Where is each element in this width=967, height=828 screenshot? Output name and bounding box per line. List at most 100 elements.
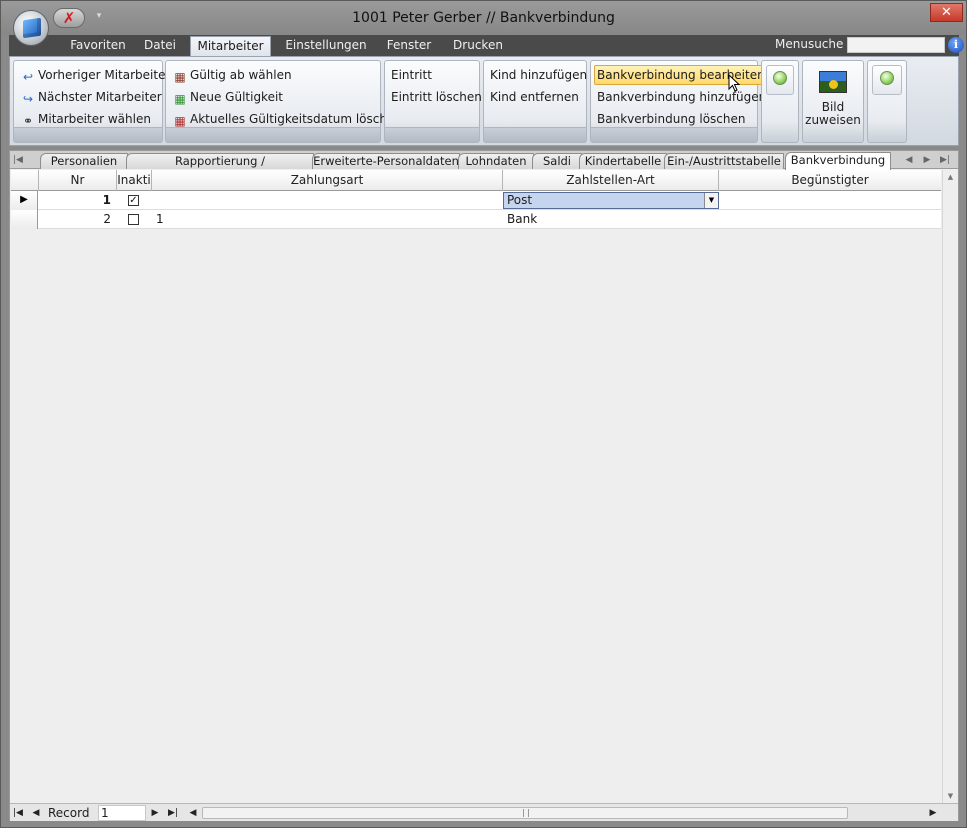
group-footer bbox=[14, 127, 162, 142]
group-footer bbox=[166, 127, 380, 142]
info-icon[interactable]: i bbox=[948, 37, 964, 53]
green-status-icon bbox=[773, 71, 787, 85]
menusuche-input[interactable] bbox=[847, 37, 945, 53]
tab-einstellungen[interactable]: Einstellungen bbox=[281, 35, 371, 56]
assign-picture-button[interactable]: Bild zuweisen bbox=[802, 60, 864, 143]
app-window: ✗ ▾ 1001 Peter Gerber // Bankverbindung … bbox=[0, 0, 967, 828]
arrow-forward-icon: ↪ bbox=[22, 92, 34, 106]
cell-beguenstigter[interactable] bbox=[723, 191, 937, 210]
tab-next-icon[interactable]: ▶ bbox=[921, 153, 933, 167]
close-icon: ✕ bbox=[941, 5, 952, 20]
application-menu-button[interactable] bbox=[13, 10, 49, 46]
doctab-ein-austrittstabelle[interactable]: Ein-/Austrittstabelle bbox=[664, 153, 784, 169]
close-button[interactable]: ✕ bbox=[930, 3, 963, 22]
status-button-frame bbox=[872, 65, 902, 95]
header-nr[interactable]: Nr bbox=[39, 170, 117, 191]
status-button-frame bbox=[766, 65, 794, 95]
scroll-down-icon[interactable]: ▼ bbox=[943, 789, 958, 803]
document-area: |◀ Personalien Rapportierung / Kostenrec… bbox=[9, 150, 959, 821]
previous-record-icon[interactable]: ◀ bbox=[30, 806, 42, 820]
bank-connection-grid: Nr Inakti Zahlungsart Zahlstellen-Art Be… bbox=[11, 170, 941, 790]
mouse-cursor-icon bbox=[728, 74, 740, 92]
current-row-icon[interactable]: ▶ bbox=[11, 191, 38, 210]
doctab-kindertabelle[interactable]: Kindertabelle bbox=[579, 153, 667, 169]
record-number-input[interactable]: 1 bbox=[98, 805, 146, 821]
edit-bank-connection-button[interactable]: Bankverbindung bearbeiten bbox=[594, 65, 770, 85]
last-record-icon[interactable]: ▶| bbox=[167, 806, 179, 820]
inaktiv-checkbox[interactable]: ✓ bbox=[128, 195, 139, 206]
record-label: Record bbox=[48, 806, 90, 820]
entry-button[interactable]: Eintritt bbox=[389, 65, 436, 85]
cell-nr[interactable]: 2 bbox=[39, 210, 111, 229]
scroll-left-icon[interactable]: ◀ bbox=[188, 806, 198, 820]
next-employee-button[interactable]: ↪ Nächster Mitarbeiter bbox=[18, 87, 166, 107]
picture-icon bbox=[819, 71, 847, 93]
remove-child-button[interactable]: Kind entfernen bbox=[488, 87, 583, 107]
add-child-button[interactable]: Kind hinzufügen bbox=[488, 65, 591, 85]
app-cube-icon bbox=[23, 17, 41, 39]
scroll-thumb-grip[interactable] bbox=[523, 809, 529, 817]
inaktiv-checkbox[interactable] bbox=[128, 214, 139, 225]
group-footer bbox=[385, 127, 479, 142]
horizontal-scrollbar[interactable] bbox=[202, 807, 848, 819]
add-bank-connection-button[interactable]: Bankverbindung hinzufügen bbox=[595, 87, 770, 107]
doctab-lohndaten[interactable]: Lohndaten bbox=[458, 153, 534, 169]
group-child: Kind hinzufügen Kind entfernen bbox=[483, 60, 587, 143]
row-selector[interactable] bbox=[11, 210, 38, 229]
tab-prev-icon[interactable]: ◀ bbox=[903, 153, 915, 167]
group-entry: Eintritt Eintritt löschen bbox=[384, 60, 482, 143]
new-validity-button[interactable]: ▦ Neue Gültigkeit bbox=[170, 87, 287, 107]
delete-bank-connection-button[interactable]: Bankverbindung löschen bbox=[595, 109, 750, 129]
doctab-personalien[interactable]: Personalien bbox=[40, 153, 128, 169]
ribbon-tab-strip: Favoriten Datei Mitarbeiter Einstellunge… bbox=[9, 35, 964, 57]
assign-picture-label: Bild zuweisen bbox=[805, 100, 861, 127]
chevron-down-icon[interactable]: ▼ bbox=[704, 193, 718, 208]
scroll-up-icon[interactable]: ▲ bbox=[943, 170, 958, 184]
status-button-left[interactable] bbox=[761, 60, 799, 143]
table-row[interactable]: 2 1 Bank bbox=[11, 210, 941, 229]
delete-entry-button[interactable]: Eintritt löschen bbox=[389, 87, 486, 107]
vertical-scrollbar[interactable]: ▲ ▼ bbox=[942, 170, 958, 803]
tab-datei[interactable]: Datei bbox=[139, 35, 181, 56]
cell-zahlungsart[interactable]: 1 bbox=[156, 210, 496, 229]
header-zahlungsart[interactable]: Zahlungsart bbox=[152, 170, 503, 191]
record-navigator: |◀ ◀ Record 1 ▶ ▶| ◀ ▶ bbox=[10, 803, 958, 821]
zahlstellen-art-combo[interactable]: Post ▼ bbox=[503, 192, 719, 209]
calendar-icon: ▦ bbox=[174, 70, 186, 84]
doctab-erweiterte-personaldaten[interactable]: Erweiterte-Personaldaten bbox=[312, 153, 460, 169]
scroll-right-icon[interactable]: ▶ bbox=[928, 806, 938, 820]
tab-drucken[interactable]: Drucken bbox=[449, 35, 507, 56]
doctab-saldi[interactable]: Saldi bbox=[532, 153, 582, 169]
choose-employee-button[interactable]: ⚭ Mitarbeiter wählen bbox=[18, 109, 155, 129]
first-record-icon[interactable]: |◀ bbox=[12, 806, 24, 820]
calendar-add-icon: ▦ bbox=[174, 92, 186, 106]
group-bank: Bankverbindung bearbeiten Bankverbindung… bbox=[590, 60, 770, 143]
previous-employee-button[interactable]: ↩ Vorheriger Mitarbeiter bbox=[18, 65, 174, 85]
window-title: 1001 Peter Gerber // Bankverbindung bbox=[352, 10, 615, 26]
choose-valid-from-button[interactable]: ▦ Gültig ab wählen bbox=[170, 65, 296, 85]
cell-zahlungsart[interactable] bbox=[156, 191, 496, 210]
tab-favoriten[interactable]: Favoriten bbox=[61, 35, 135, 56]
document-tab-strip: |◀ Personalien Rapportierung / Kostenrec… bbox=[10, 151, 958, 183]
title-bar: ✗ ▾ 1001 Peter Gerber // Bankverbindung … bbox=[1, 1, 966, 35]
tab-mitarbeiter[interactable]: Mitarbeiter bbox=[190, 36, 271, 57]
tab-last-icon[interactable]: ▶| bbox=[939, 153, 951, 167]
combo-value: Post bbox=[507, 193, 533, 207]
doctab-bankverbindung[interactable]: Bankverbindung bbox=[785, 152, 891, 170]
cell-beguenstigter[interactable] bbox=[723, 210, 937, 229]
header-inaktiv[interactable]: Inakti bbox=[117, 170, 152, 191]
group-validity: ▦ Gültig ab wählen ▦ Neue Gültigkeit ▦ Aktu… bbox=[165, 60, 402, 143]
cell-nr[interactable]: 1 bbox=[39, 191, 111, 210]
header-beguenstigter[interactable]: Begünstigter bbox=[719, 170, 941, 191]
delete-validity-date-button[interactable]: ▦ Aktuelles Gültigkeitsdatum löschen bbox=[170, 109, 406, 129]
grid-header: Nr Inakti Zahlungsart Zahlstellen-Art Be… bbox=[11, 170, 941, 191]
cell-zahlstellen-art[interactable]: Bank bbox=[507, 210, 715, 229]
tab-first-icon[interactable]: |◀ bbox=[12, 153, 24, 167]
tab-fenster[interactable]: Fenster bbox=[381, 35, 437, 56]
header-zahlstellen-art[interactable]: Zahlstellen-Art bbox=[503, 170, 719, 191]
next-record-icon[interactable]: ▶ bbox=[149, 806, 161, 820]
doctab-rapportierung[interactable]: Rapportierung / Kostenrechnung bbox=[126, 153, 314, 183]
table-row[interactable]: ▶ 1 ✓ Post ▼ bbox=[11, 191, 941, 210]
group-navigation: ↩ Vorheriger Mitarbeiter ↪ Nächster Mitarb… bbox=[13, 60, 170, 143]
status-button-right[interactable] bbox=[867, 60, 907, 143]
